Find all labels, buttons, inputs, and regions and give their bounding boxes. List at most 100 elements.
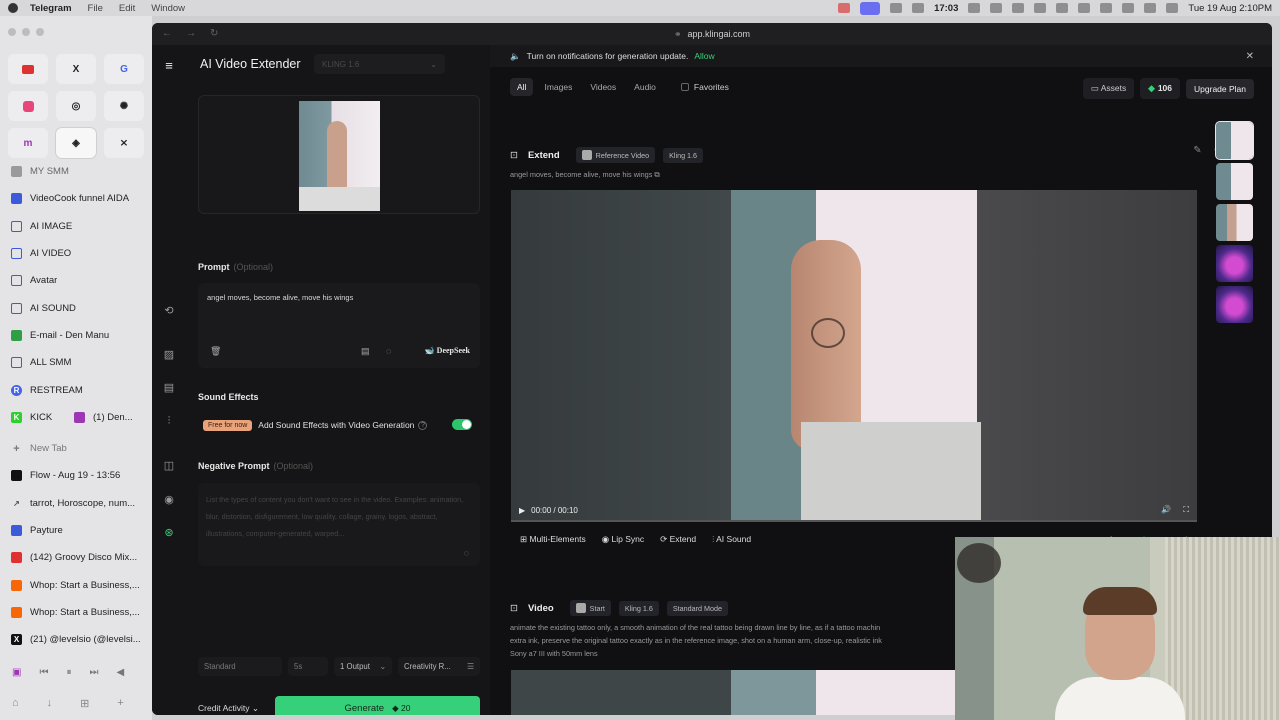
prompt-input[interactable]: angel moves, become alive, move his wing…: [198, 283, 480, 368]
deepseek-button[interactable]: 🐋 DeepSeek: [425, 346, 470, 355]
pinned-chatgpt-icon[interactable]: ◈: [56, 128, 96, 158]
menu-app-name[interactable]: Telegram: [30, 3, 72, 14]
edit-icon[interactable]: ✎: [1193, 145, 1201, 156]
menu-file[interactable]: File: [88, 3, 103, 14]
tray-py-icon[interactable]: [1078, 3, 1091, 13]
pinned-target-icon[interactable]: ◎: [56, 91, 96, 121]
media-app-icon[interactable]: ▣: [12, 667, 21, 678]
sound-effects-toggle[interactable]: [452, 419, 472, 430]
close-icon[interactable]: ✕: [1246, 51, 1254, 62]
library-icon[interactable]: ⌂: [12, 697, 19, 710]
pause-icon[interactable]: ⏸: [66, 667, 71, 678]
trash-icon[interactable]: 🗑: [210, 346, 221, 357]
history-thumbnail[interactable]: [1216, 245, 1253, 282]
tray-record-icon[interactable]: [838, 3, 851, 13]
back-icon[interactable]: ←: [162, 28, 172, 39]
tray-notion-icon[interactable]: [1012, 3, 1025, 13]
sidebar-folder-avatar[interactable]: Avatar: [0, 267, 152, 294]
video-progress-bar[interactable]: [511, 520, 1197, 522]
volume-icon[interactable]: ◀: [116, 667, 124, 678]
menu-edit[interactable]: Edit: [119, 3, 135, 14]
sidebar-folder-ai-video[interactable]: AI VIDEO: [0, 240, 152, 267]
audio-icon[interactable]: ⫶: [161, 413, 177, 429]
video-player-2[interactable]: [511, 670, 955, 715]
sidebar-folder-all-smm[interactable]: ALL SMM: [0, 349, 152, 376]
downloads-icon[interactable]: ↓: [47, 697, 53, 710]
copy-icon[interactable]: ⧉: [654, 170, 659, 179]
sidebar-item-email[interactable]: E-mail - Den Manu: [0, 322, 152, 349]
tray-timer-icon[interactable]: [968, 3, 981, 13]
help-icon[interactable]: ?: [418, 420, 428, 430]
extend-button[interactable]: ⟳ Extend: [660, 534, 696, 545]
sidebar-item-levelsio[interactable]: X (21) @levelsio (@levelsi...: [0, 626, 152, 653]
lip-sync-button[interactable]: ◉ Lip Sync: [602, 534, 644, 545]
image-icon[interactable]: ▨: [161, 346, 177, 362]
pinned-grok-icon[interactable]: ⨯: [104, 128, 144, 158]
sidebar-item-whop-1[interactable]: Whop: Start a Business,...: [0, 571, 152, 598]
sidebar-item-kick[interactable]: K KICK (1) Den...: [0, 404, 152, 431]
sidebar-folder-my-smm[interactable]: MY SMM: [0, 158, 152, 185]
previous-track-icon[interactable]: ⏮: [39, 667, 48, 678]
note-icon[interactable]: ▤: [361, 346, 370, 357]
history-thumbnail[interactable]: [1215, 121, 1254, 160]
tray-window-icon[interactable]: [912, 3, 925, 13]
sidebar-item-tarrot[interactable]: ↗ tarrot, Horoscope, num...: [0, 490, 152, 517]
tab-audio[interactable]: Audio: [627, 78, 663, 96]
sidebar-item-restream[interactable]: R RESTREAM: [0, 376, 152, 403]
video-player[interactable]: ▶ 00:00 / 00:10 🔊 ⛶: [511, 190, 1197, 522]
url-text[interactable]: app.klingai.com: [688, 29, 751, 39]
reload-icon[interactable]: ↻: [210, 28, 218, 39]
fullscreen-icon[interactable]: ⛶: [1183, 505, 1189, 515]
sidebar-item-youtube[interactable]: (142) Groovy Disco Mix...: [0, 544, 152, 571]
start-frame-chip[interactable]: Start: [569, 600, 611, 616]
favorites-checkbox[interactable]: Favorites: [680, 82, 729, 92]
url-bar[interactable]: ← → ↻ ⚭ app.klingai.com: [152, 23, 1272, 45]
bulb-icon[interactable]: ◌: [464, 548, 469, 558]
volume-icon[interactable]: 🔊: [1161, 505, 1171, 515]
reference-video-chip[interactable]: Reference Video: [575, 147, 656, 163]
forward-icon[interactable]: →: [186, 28, 196, 39]
creativity-select[interactable]: Creativity R... ☰: [398, 657, 480, 676]
play-icon[interactable]: ▶: [519, 506, 525, 515]
menubar-datetime[interactable]: Tue 19 Aug 2:10PM: [1188, 3, 1272, 14]
new-tab-button[interactable]: + New Tab: [0, 435, 152, 462]
pinned-pink-app-icon[interactable]: [8, 91, 48, 121]
eye-icon[interactable]: ◉: [161, 491, 177, 507]
search-icon[interactable]: [1122, 3, 1135, 13]
zoom-window-icon[interactable]: [36, 28, 44, 36]
tray-app-icon[interactable]: [890, 3, 903, 13]
allow-notifications-link[interactable]: Allow: [694, 51, 714, 61]
next-track-icon[interactable]: ⏭: [89, 667, 98, 678]
video-icon[interactable]: ▤: [161, 379, 177, 395]
tray-play-icon[interactable]: [1034, 3, 1047, 13]
minimize-window-icon[interactable]: [22, 28, 30, 36]
negative-prompt-input[interactable]: List the types of content you don't want…: [198, 483, 480, 566]
ai-sound-button[interactable]: ⫶ AI Sound: [712, 534, 751, 545]
effects-icon[interactable]: ◫: [161, 457, 177, 473]
extend-icon[interactable]: ⊛: [161, 524, 177, 540]
tray-grid-icon[interactable]: [1056, 3, 1069, 13]
prompt-text[interactable]: angel moves, become alive, move his wing…: [207, 293, 353, 302]
sidebar-folder-ai-sound[interactable]: AI SOUND: [0, 294, 152, 321]
credit-activity-button[interactable]: Credit Activity ⌄: [198, 703, 259, 714]
sidebar-folder-ai-image[interactable]: AI IMAGE: [0, 213, 152, 240]
pinned-youtube-icon[interactable]: [8, 54, 48, 84]
pinned-translate-icon[interactable]: G: [104, 54, 144, 84]
multi-elements-button[interactable]: ⊞ Multi-Elements: [520, 534, 586, 545]
history-thumbnail[interactable]: [1216, 286, 1253, 323]
tray-pin-icon[interactable]: [990, 3, 1003, 13]
menu-window[interactable]: Window: [151, 3, 185, 14]
menu-icon[interactable]: ≡: [161, 57, 177, 73]
tray-screen-icon[interactable]: [860, 1, 881, 15]
mode-select[interactable]: Standard: [198, 657, 282, 676]
upgrade-plan-button[interactable]: Upgrade Plan: [1186, 78, 1254, 99]
duration-select[interactable]: 5s: [288, 657, 328, 676]
tab-all[interactable]: All: [510, 78, 534, 96]
pinned-x-icon[interactable]: X: [56, 54, 96, 84]
assets-button[interactable]: ▭ Assets: [1082, 78, 1135, 99]
control-center-icon[interactable]: [1144, 3, 1157, 13]
pinned-m-icon[interactable]: m: [8, 128, 48, 158]
generate-button[interactable]: Generate ◆ 20: [275, 696, 480, 715]
apple-icon[interactable]: [8, 3, 18, 13]
wifi-icon[interactable]: [1100, 3, 1113, 13]
